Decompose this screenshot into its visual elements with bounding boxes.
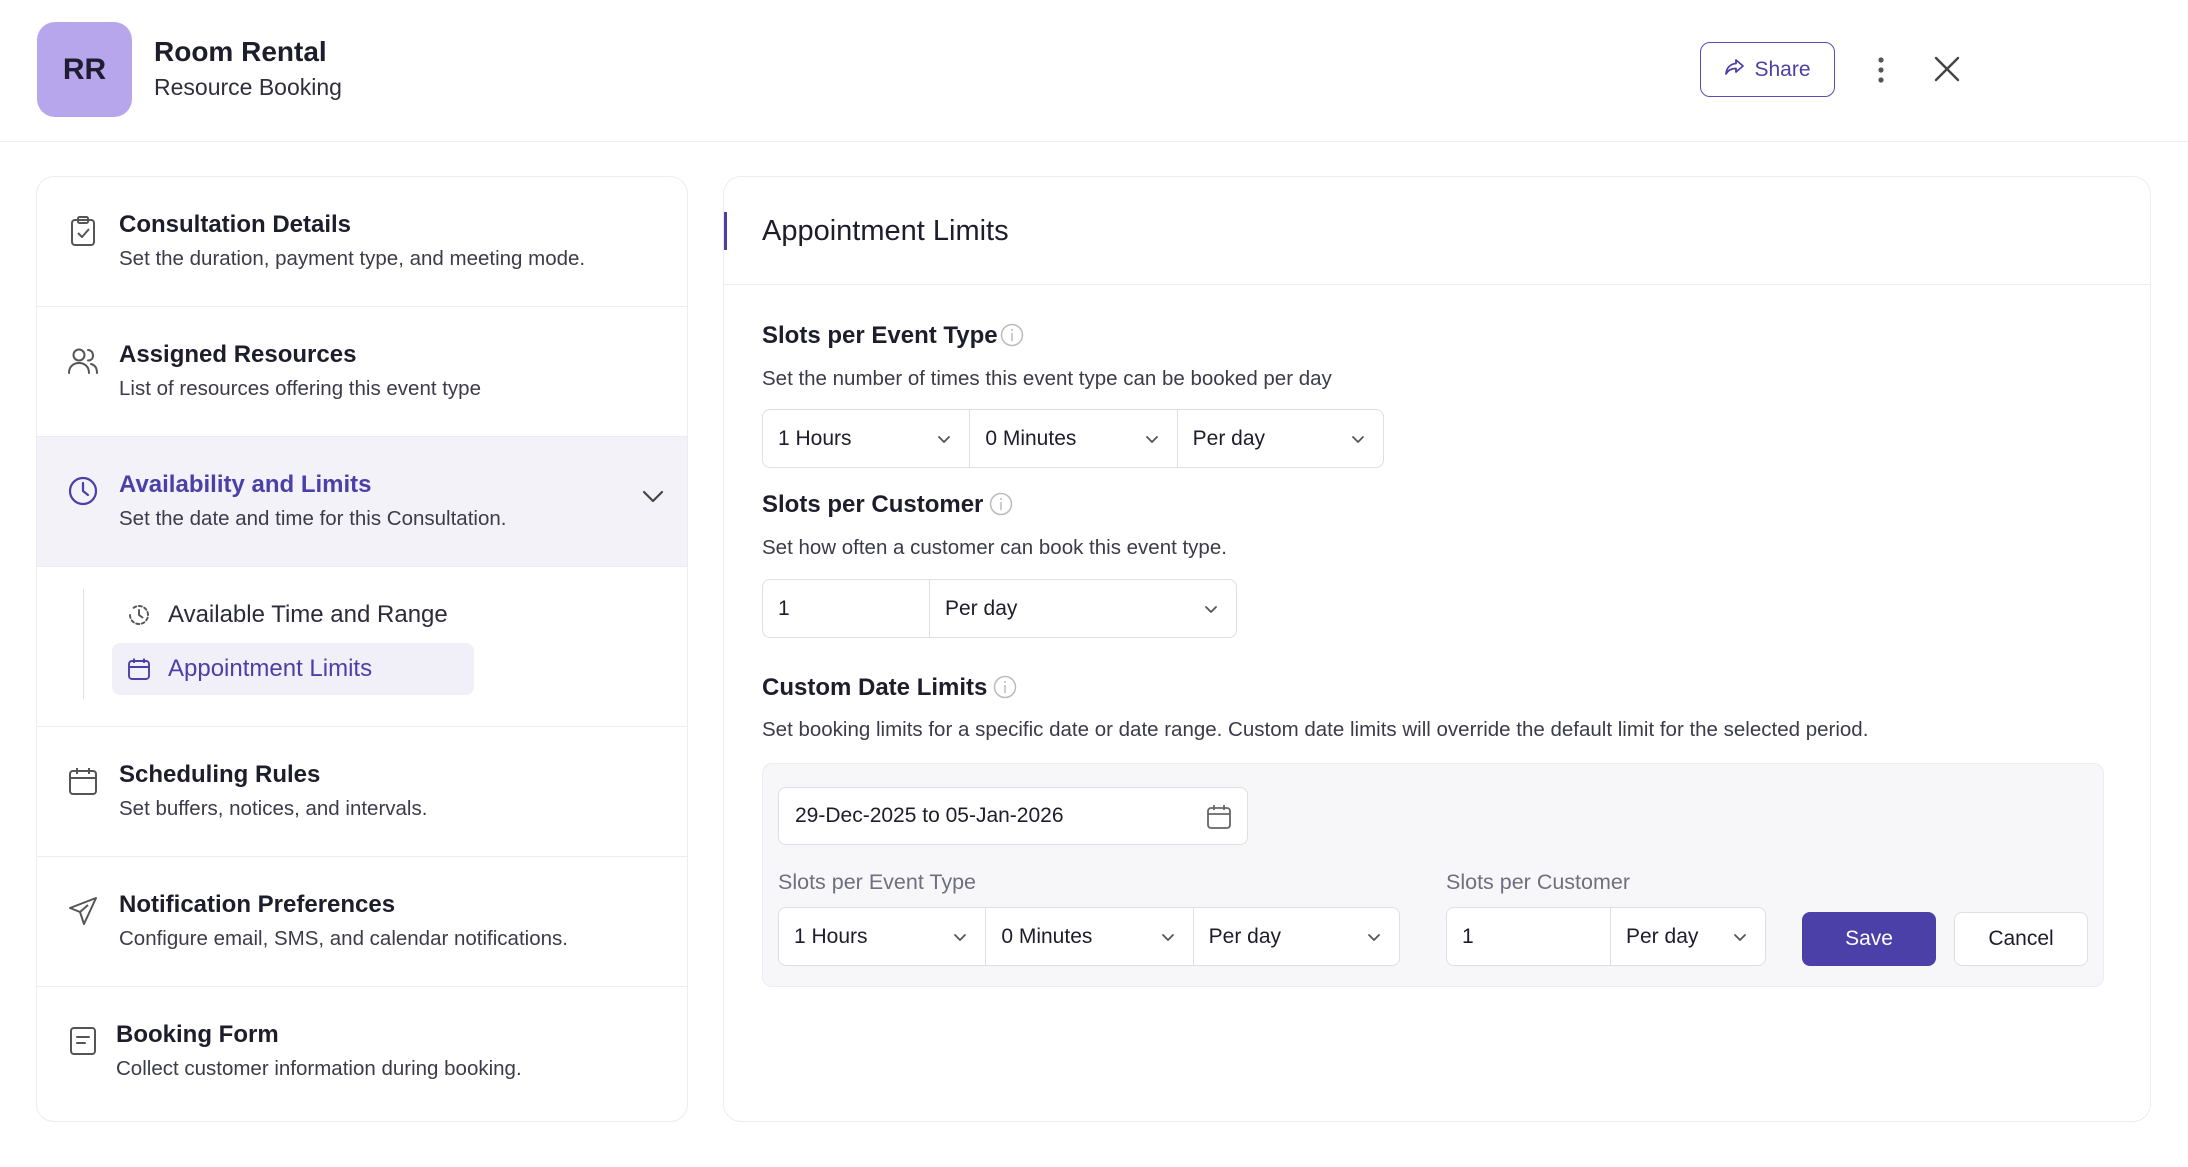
more-vertical-icon[interactable] — [1866, 50, 1896, 90]
calendar-icon — [124, 654, 154, 684]
chevron-down-icon — [1161, 934, 1174, 941]
cancel-button[interactable]: Cancel — [1954, 912, 2088, 966]
minutes-select[interactable]: 0 Minutes — [970, 410, 1178, 467]
date-range-value: 29-Dec-2025 to 05-Jan-2026 — [795, 804, 1064, 827]
header: RR Room Rental Resource Booking Share — [0, 0, 2188, 142]
sidebar-item-availability-and-limits[interactable]: Availability and Limits Set the date and… — [37, 437, 687, 567]
chevron-down-icon — [1352, 436, 1364, 443]
clock-icon — [65, 473, 101, 509]
sidebar-item-assigned-resources[interactable]: Assigned Resources List of resources off… — [37, 307, 687, 437]
subitem-label: Appointment Limits — [168, 655, 373, 682]
panel-accent-bar — [724, 212, 727, 250]
sidebar-item-title: Notification Preferences — [119, 891, 396, 918]
custom-period-select[interactable]: Per day — [1194, 908, 1399, 965]
event-type-label: Slots per Event Type — [778, 870, 976, 894]
custom-event-selectors: 1 Hours 0 Minutes Per day — [778, 907, 1400, 966]
date-range-input[interactable]: 29-Dec-2025 to 05-Jan-2026 — [778, 787, 1248, 845]
sidebar-item-desc: Set the date and time for this Consultat… — [119, 507, 507, 530]
custom-limits-desc: Set booking limits for a specific date o… — [762, 718, 1869, 741]
custom-period-value: Per day — [1208, 924, 1282, 948]
sidebar-item-title: Availability and Limits — [119, 471, 372, 498]
custom-hours-select[interactable]: 1 Hours — [779, 908, 987, 965]
customer-count-input[interactable]: 1 — [763, 580, 930, 637]
customer-label: Slots per Customer — [1446, 870, 1631, 894]
panel-header: Appointment Limits — [724, 177, 2150, 285]
availability-subitems: Available Time and Range Appointment Lim… — [37, 569, 687, 727]
calendar-icon[interactable] — [1205, 803, 1233, 831]
slots-customer-desc: Set how often a customer can book this e… — [762, 536, 1227, 559]
custom-customer-count-input[interactable]: 1 — [1447, 908, 1611, 965]
sidebar-item-title: Scheduling Rules — [119, 761, 321, 788]
custom-customer-selectors: 1 Per day — [1446, 907, 1766, 966]
custom-customer-period-value: Per day — [1626, 924, 1699, 948]
users-icon — [65, 343, 101, 379]
custom-limits-title: Custom Date Limits — [762, 674, 988, 701]
chevron-down-icon — [938, 436, 951, 443]
custom-customer-period-select[interactable]: Per day — [1611, 908, 1765, 965]
sidebar-item-desc: Set buffers, notices, and intervals. — [119, 797, 428, 820]
sidebar: Consultation Details Set the duration, p… — [36, 176, 688, 1122]
custom-minutes-select[interactable]: 0 Minutes — [986, 908, 1194, 965]
sidebar-item-desc: Set the duration, payment type, and meet… — [119, 247, 586, 270]
clipboard-icon — [65, 213, 101, 249]
custom-limit-row: 29-Dec-2025 to 05-Jan-2026 Slots per Eve… — [762, 763, 2104, 987]
chevron-down-icon — [1145, 436, 1158, 443]
sidebar-item-desc: Collect customer information during book… — [116, 1057, 522, 1080]
info-icon[interactable] — [989, 492, 1013, 516]
sidebar-item-consultation-details[interactable]: Consultation Details Set the duration, p… — [37, 177, 687, 307]
close-icon[interactable] — [1930, 52, 1964, 86]
custom-minutes-value: 0 Minutes — [1001, 924, 1093, 948]
slots-customer-title: Slots per Customer — [762, 491, 984, 518]
share-label: Share — [1754, 57, 1811, 81]
subitem-appointment-limits[interactable]: Appointment Limits — [112, 643, 474, 695]
info-icon[interactable] — [993, 675, 1017, 699]
custom-hours-value: 1 Hours — [794, 924, 868, 948]
period-value: Per day — [1192, 426, 1266, 450]
hours-select[interactable]: 1 Hours — [763, 410, 971, 467]
slots-event-title: Slots per Event Type — [762, 322, 998, 349]
app-subtitle: Resource Booking — [154, 74, 342, 100]
app-title: Room Rental — [154, 36, 327, 67]
share-button[interactable]: Share — [1700, 42, 1835, 97]
sidebar-item-title: Consultation Details — [119, 211, 352, 238]
slots-event-selectors: 1 Hours 0 Minutes Per day — [762, 409, 1384, 468]
hours-value: 1 Hours — [778, 426, 852, 450]
clock-rotate-icon — [124, 600, 154, 630]
period-select[interactable]: Per day — [1178, 410, 1383, 467]
subitem-divider — [83, 589, 84, 699]
sidebar-item-desc: List of resources offering this event ty… — [119, 377, 481, 400]
share-arrow-icon — [1724, 57, 1746, 83]
customer-period-select[interactable]: Per day — [930, 580, 1236, 637]
sidebar-item-booking-form[interactable]: Booking Form Collect customer informatio… — [37, 987, 687, 1117]
subitem-label: Available Time and Range — [168, 601, 448, 628]
subitem-available-time-and-range[interactable]: Available Time and Range — [112, 589, 474, 641]
info-icon[interactable] — [1000, 323, 1024, 347]
slots-customer-selectors: 1 Per day — [762, 579, 1237, 638]
chevron-down-icon[interactable] — [639, 483, 667, 511]
sidebar-item-title: Booking Form — [116, 1021, 279, 1048]
chevron-down-icon — [1205, 606, 1217, 613]
form-icon — [65, 1023, 101, 1059]
slots-event-desc: Set the number of times this event type … — [762, 367, 1332, 390]
avatar: RR — [37, 22, 132, 117]
send-icon — [65, 893, 101, 929]
chevron-down-icon — [1368, 934, 1380, 941]
appointment-limits-panel: Appointment Limits Slots per Event Type … — [723, 176, 2151, 1122]
chevron-down-icon — [1734, 934, 1746, 941]
save-button[interactable]: Save — [1802, 912, 1936, 966]
sidebar-item-scheduling-rules[interactable]: Scheduling Rules Set buffers, notices, a… — [37, 727, 687, 857]
sidebar-item-title: Assigned Resources — [119, 341, 357, 368]
minutes-value: 0 Minutes — [985, 426, 1077, 450]
chevron-down-icon — [954, 934, 967, 941]
sidebar-item-desc: Configure email, SMS, and calendar notif… — [119, 927, 568, 950]
customer-period-value: Per day — [945, 596, 1018, 620]
sidebar-item-notification-preferences[interactable]: Notification Preferences Configure email… — [37, 857, 687, 987]
calendar-icon — [65, 763, 101, 799]
page-title: Appointment Limits — [762, 215, 1009, 247]
